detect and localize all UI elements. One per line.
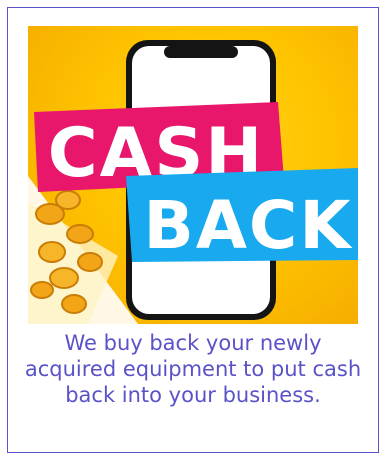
cash-back-banner: CASH BACK	[28, 26, 358, 324]
cash-back-illustration: CASH BACK	[28, 40, 358, 324]
promo-card: CASH BACK We buy back your newly acquire…	[7, 7, 379, 453]
promo-caption: We buy back your newly acquired equipmen…	[24, 331, 362, 407]
back-label: BACK	[144, 187, 354, 264]
